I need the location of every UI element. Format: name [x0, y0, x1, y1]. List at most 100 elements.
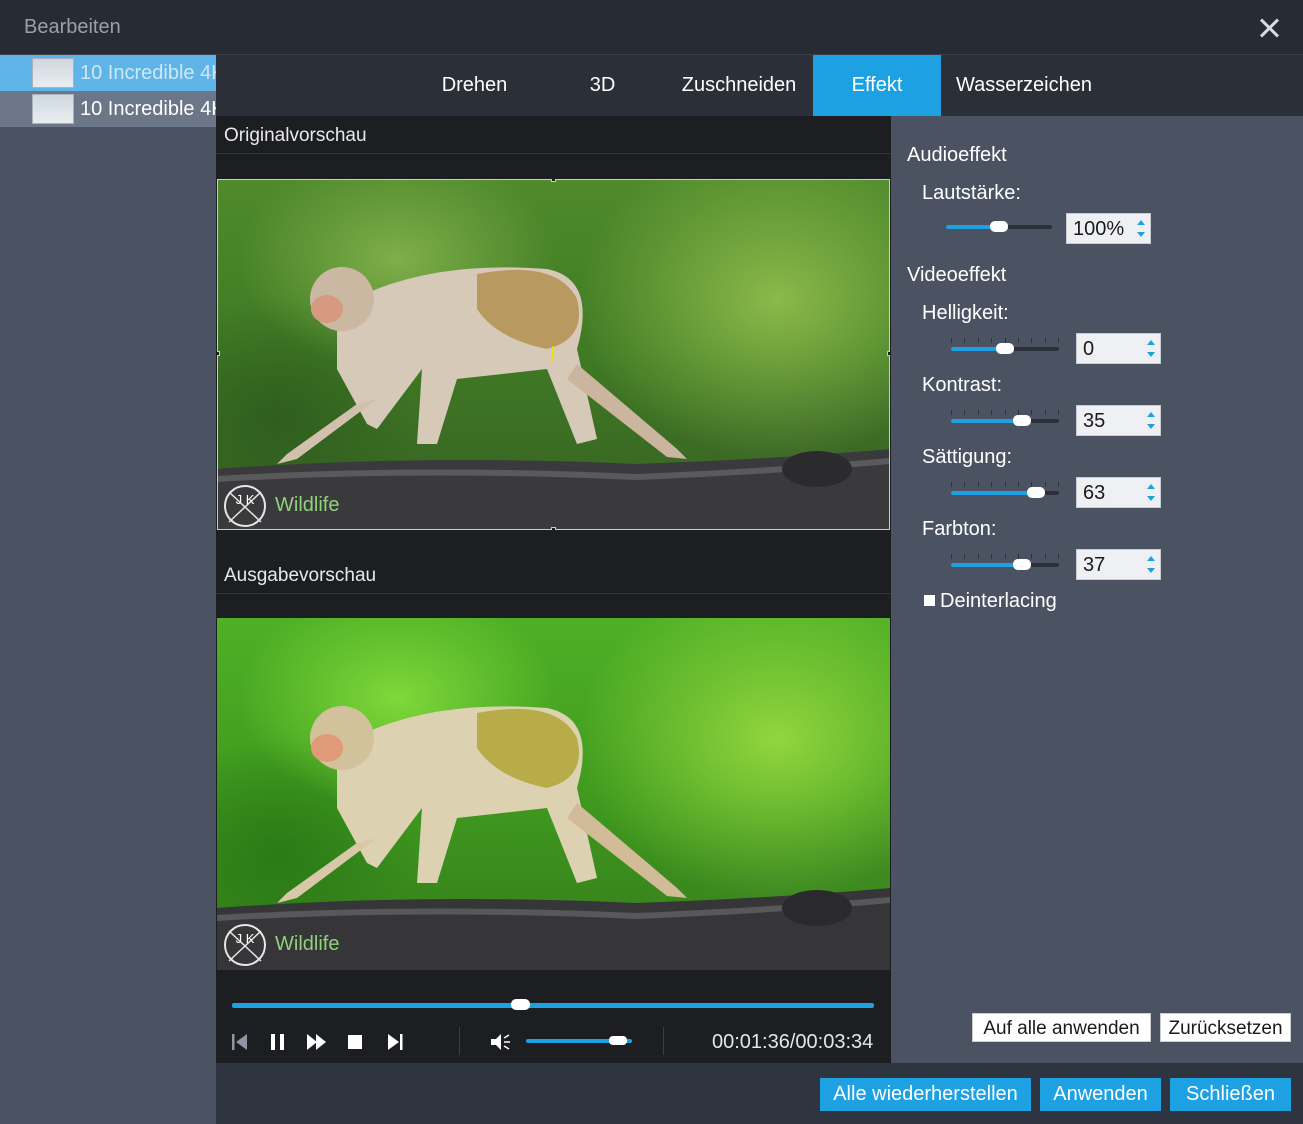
spin-arrows-icon[interactable]: [1146, 484, 1156, 502]
spin-arrows-icon[interactable]: [1136, 220, 1146, 238]
original-preview-header: Originalvorschau: [216, 116, 891, 154]
preview-area: Originalvorschau J K Wildlife Ausgabevor…: [216, 116, 891, 1063]
slider-tick: [1031, 482, 1032, 487]
slider-tick: [978, 338, 979, 343]
crop-handle[interactable]: [217, 351, 220, 356]
divider: [459, 1027, 460, 1055]
slider-tick: [978, 482, 979, 487]
slider-tick: [991, 482, 992, 487]
fast-forward-icon[interactable]: [305, 1030, 329, 1054]
contrast-slider[interactable]: [951, 410, 1059, 428]
output-preview-title: Ausgabevorschau: [224, 565, 377, 586]
slider-tick: [1018, 554, 1019, 559]
file-item[interactable]: 10 Incredible 4K (Ultra HD) Videos: [0, 55, 216, 91]
slider-tick: [1018, 410, 1019, 415]
deinterlacing-label: Deinterlacing: [940, 590, 1057, 612]
spin-arrows-icon[interactable]: [1146, 340, 1156, 358]
tab-wasserzeichen[interactable]: Wasserzeichen: [951, 55, 1097, 116]
slider-tick: [951, 482, 952, 487]
restore-all-button[interactable]: Alle wiederherstellen: [820, 1078, 1031, 1111]
slider-tick: [1045, 482, 1046, 487]
crosshair-icon[interactable]: [545, 346, 561, 362]
saturation-spinbox[interactable]: 63: [1076, 477, 1161, 508]
contrast-spinbox[interactable]: 35: [1076, 405, 1161, 436]
seek-bar[interactable]: [232, 1003, 874, 1008]
slider-tick: [951, 338, 952, 343]
volume-label: Lautstärke:: [922, 182, 1021, 204]
slider-tick: [964, 554, 965, 559]
slider-tick: [951, 554, 952, 559]
stop-icon[interactable]: [343, 1030, 367, 1054]
slider-tick: [978, 554, 979, 559]
slider-tick: [1005, 554, 1006, 559]
original-preview-title: Originalvorschau: [224, 125, 367, 146]
slider-tick: [964, 338, 965, 343]
tab-3d[interactable]: 3D: [546, 55, 659, 116]
slider-tick: [978, 410, 979, 415]
volume-slider[interactable]: [946, 220, 1052, 234]
slider-tick: [1005, 482, 1006, 487]
video-effect-heading: Videoeffekt: [907, 264, 1007, 286]
slider-tick: [1018, 338, 1019, 343]
skip-back-icon[interactable]: [228, 1030, 252, 1054]
crop-handle[interactable]: [887, 351, 890, 356]
watermark: J K Wildlife: [223, 923, 353, 967]
slider-tick: [1018, 482, 1019, 487]
output-preview-header: Ausgabevorschau: [216, 556, 891, 594]
spin-arrows-icon[interactable]: [1146, 556, 1156, 574]
pause-icon[interactable]: [266, 1030, 290, 1054]
hue-slider[interactable]: [951, 554, 1059, 572]
apply-to-all-button[interactable]: Auf alle anwenden: [972, 1013, 1151, 1042]
watermark-logo: J K: [236, 931, 255, 946]
file-name: 10 Incredible 4K (Ultra HD) Videos: [80, 62, 216, 84]
volume-spinbox[interactable]: 100%: [1066, 213, 1151, 244]
deinterlacing-checkbox[interactable]: [924, 595, 935, 606]
divider: [663, 1027, 664, 1055]
audio-effect-heading: Audioeffekt: [907, 144, 1007, 166]
original-video: J K Wildlife: [217, 179, 890, 530]
slider-tick: [951, 410, 952, 415]
speaker-icon[interactable]: [488, 1030, 512, 1054]
reset-button[interactable]: Zurücksetzen: [1160, 1013, 1291, 1042]
tab-bar: Drehen 3D Zuschneiden Effekt Wasserzeich…: [216, 55, 1303, 116]
crop-handle[interactable]: [551, 527, 556, 530]
slider-tick: [991, 554, 992, 559]
slider-tick: [964, 410, 965, 415]
close-icon[interactable]: [1256, 14, 1284, 42]
slider-tick: [1058, 482, 1059, 487]
seek-handle[interactable]: [511, 999, 530, 1010]
slider-tick: [991, 338, 992, 343]
contrast-label: Kontrast:: [922, 374, 1003, 396]
tab-effekt[interactable]: Effekt: [813, 55, 941, 116]
brightness-value: 0: [1083, 338, 1095, 360]
slider-tick: [1045, 554, 1046, 559]
brightness-slider[interactable]: [951, 338, 1059, 356]
saturation-label: Sättigung:: [922, 446, 1013, 468]
tab-zuschneiden[interactable]: Zuschneiden: [668, 55, 810, 116]
hue-spinbox[interactable]: 37: [1076, 549, 1161, 580]
saturation-value: 63: [1083, 482, 1106, 504]
slider-tick: [1031, 338, 1032, 343]
brightness-spinbox[interactable]: 0: [1076, 333, 1161, 364]
file-list: 10 Incredible 4K (Ultra HD) Videos 10 In…: [0, 55, 216, 1124]
apply-button[interactable]: Anwenden: [1040, 1078, 1161, 1111]
tab-drehen[interactable]: Drehen: [412, 55, 537, 116]
saturation-slider[interactable]: [951, 482, 1059, 500]
watermark-logo-icon: J K: [224, 924, 266, 966]
video-thumbnail: [32, 94, 74, 124]
video-thumbnail: [32, 58, 74, 88]
spin-arrows-icon[interactable]: [1146, 412, 1156, 430]
slider-tick: [991, 410, 992, 415]
player-volume-handle[interactable]: [609, 1036, 627, 1045]
slider-tick: [1045, 338, 1046, 343]
file-name: 10 Incredible 4K (Ultra HD) Videos: [80, 98, 216, 120]
close-button[interactable]: Schließen: [1170, 1078, 1291, 1111]
output-video: J K Wildlife: [217, 618, 890, 970]
title-bar: Bearbeiten: [0, 0, 1303, 55]
contrast-value: 35: [1083, 410, 1106, 432]
file-item[interactable]: 10 Incredible 4K (Ultra HD) Videos: [0, 91, 216, 127]
crop-handle[interactable]: [551, 179, 556, 182]
slider-tick: [1005, 410, 1006, 415]
skip-forward-icon[interactable]: [383, 1030, 407, 1054]
slider-tick: [1058, 554, 1059, 559]
